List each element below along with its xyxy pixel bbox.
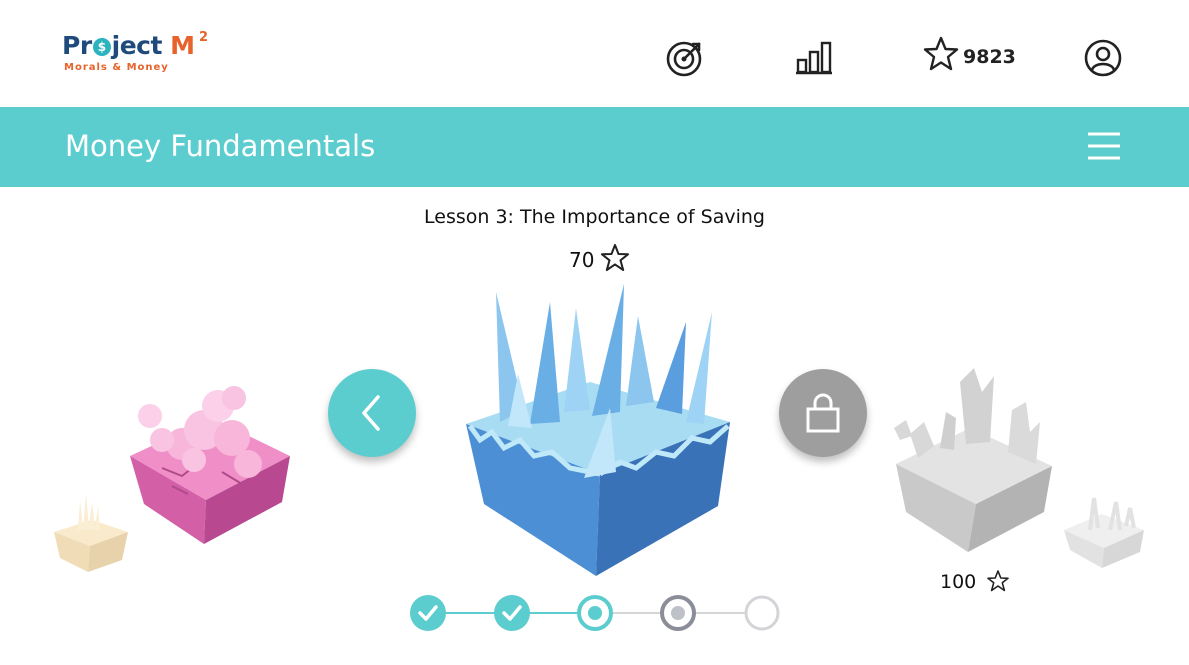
- progress-step-2-completed[interactable]: [494, 595, 530, 631]
- locked-palm-island-image[interactable]: [1060, 490, 1146, 570]
- logo-text: Pr $ ject M: [62, 31, 195, 60]
- star-points-count: 9823: [963, 46, 1016, 68]
- project-m2-logo[interactable]: Pr $ ject M 2 Morals & Money: [62, 30, 222, 78]
- star-icon[interactable]: [922, 36, 960, 72]
- chevron-left-icon: [362, 395, 380, 431]
- candy-island-image[interactable]: [122, 376, 294, 548]
- logo-tagline: Morals & Money: [64, 62, 169, 73]
- progress-step-4-locked[interactable]: [660, 595, 696, 631]
- logo-superscript: 2: [199, 30, 209, 45]
- lesson-progress-indicator: [410, 595, 780, 631]
- next-lesson-star-icon: [987, 570, 1009, 592]
- next-lesson-locked-button[interactable]: [779, 369, 867, 457]
- lesson-title: Lesson 3: The Importance of Saving: [424, 206, 765, 228]
- course-title-bar: Money Fundamentals: [0, 107, 1189, 187]
- goal-target-icon[interactable]: [666, 39, 704, 77]
- progress-step-5-locked[interactable]: [744, 595, 780, 631]
- stats-bar-chart-icon[interactable]: [795, 40, 833, 76]
- course-title: Money Fundamentals: [65, 129, 376, 163]
- next-lesson-points: 100: [940, 571, 977, 593]
- previous-lesson-button[interactable]: [328, 369, 416, 457]
- lesson-star-icon: [601, 244, 629, 271]
- hamburger-menu-icon[interactable]: [1086, 131, 1122, 161]
- progress-step-3-current[interactable]: [577, 595, 613, 631]
- profile-icon[interactable]: [1084, 39, 1122, 77]
- locked-forest-island-image[interactable]: [890, 362, 1056, 552]
- progress-step-1-completed[interactable]: [410, 595, 446, 631]
- desert-island-image[interactable]: [48, 480, 132, 576]
- logo-coin-icon: $: [92, 38, 111, 56]
- ice-island-image[interactable]: [460, 282, 736, 576]
- lock-icon: [806, 393, 840, 433]
- lesson-points: 70: [569, 248, 595, 272]
- top-bar: Pr $ ject M 2 Morals & Money 9823: [0, 0, 1189, 107]
